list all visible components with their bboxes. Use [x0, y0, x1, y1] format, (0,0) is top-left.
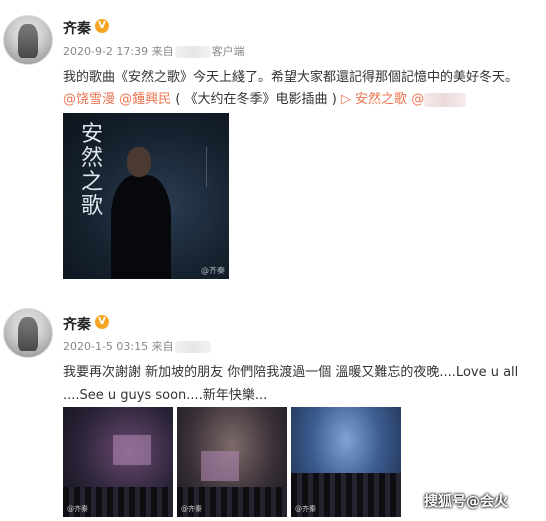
image-watermark: @齐秦	[201, 266, 225, 275]
paren-close: )	[331, 92, 337, 107]
image-watermark: @齐秦	[67, 505, 88, 513]
mention-link[interactable]: @	[411, 92, 424, 107]
topic-text: 《大约在冬季》电影插曲	[184, 92, 328, 107]
verified-badge-icon: V	[95, 315, 109, 329]
post-meta: 2020-9-2 17:39 来自 客户端	[63, 43, 245, 59]
image-watermark: @齐秦	[295, 505, 316, 513]
post-tags: @饶雪漫 @鍾興民 ( 《大约在冬季》电影插曲 ) ▷ 安然之歌 @	[63, 88, 467, 107]
stage-screen	[113, 435, 151, 465]
post-text: 我的歌曲《安然之歌》今天上綫了。希望大家都還記得那個記憶中的美好冬天。	[63, 70, 519, 85]
source-suffix: 客户端	[211, 45, 245, 58]
source-watermark: 搜狐号@会火	[424, 494, 508, 510]
source-prefix: 来自	[151, 340, 174, 353]
blurred-source	[174, 46, 211, 58]
post-date[interactable]: 2020-1-5 03:15	[63, 340, 148, 353]
post-date[interactable]: 2020-9-2 17:39	[63, 45, 148, 58]
blurred-source	[174, 341, 211, 353]
post-text-line2: ....See u guys soon....新年快樂...	[63, 388, 268, 403]
author-avatar[interactable]	[3, 308, 53, 358]
verified-badge-icon: V	[95, 19, 109, 33]
singer-head	[127, 147, 151, 177]
poster-decoration	[206, 147, 217, 187]
post-text-line1: 我要再次謝謝 新加坡的朋友 你們陪我渡過一個 溫暖又難忘的夜晚....Love …	[63, 365, 519, 380]
author-name[interactable]: 齐秦	[63, 18, 91, 38]
image-watermark: @齐秦	[181, 505, 202, 513]
mention-link[interactable]: @鍾興民	[119, 92, 171, 107]
post-image-poster[interactable]: 安然之歌 @齐秦	[63, 113, 229, 279]
concert-photo-3[interactable]: @齐秦	[291, 407, 401, 517]
stage-screen	[201, 451, 239, 481]
author-name[interactable]: 齐秦	[63, 314, 91, 334]
source-prefix: 来自	[151, 45, 174, 58]
post-meta: 2020-1-5 03:15 来自	[63, 338, 212, 354]
mention-link[interactable]: @饶雪漫	[63, 92, 115, 107]
concert-photo-1[interactable]: @齐秦	[63, 407, 173, 517]
paren-open: (	[175, 92, 181, 107]
author-avatar[interactable]	[3, 15, 53, 65]
singer-figure	[111, 175, 171, 279]
concert-photo-2[interactable]: @齐秦	[177, 407, 287, 517]
blurred-mention	[424, 92, 467, 107]
music-link[interactable]: ▷ 安然之歌	[341, 92, 407, 107]
